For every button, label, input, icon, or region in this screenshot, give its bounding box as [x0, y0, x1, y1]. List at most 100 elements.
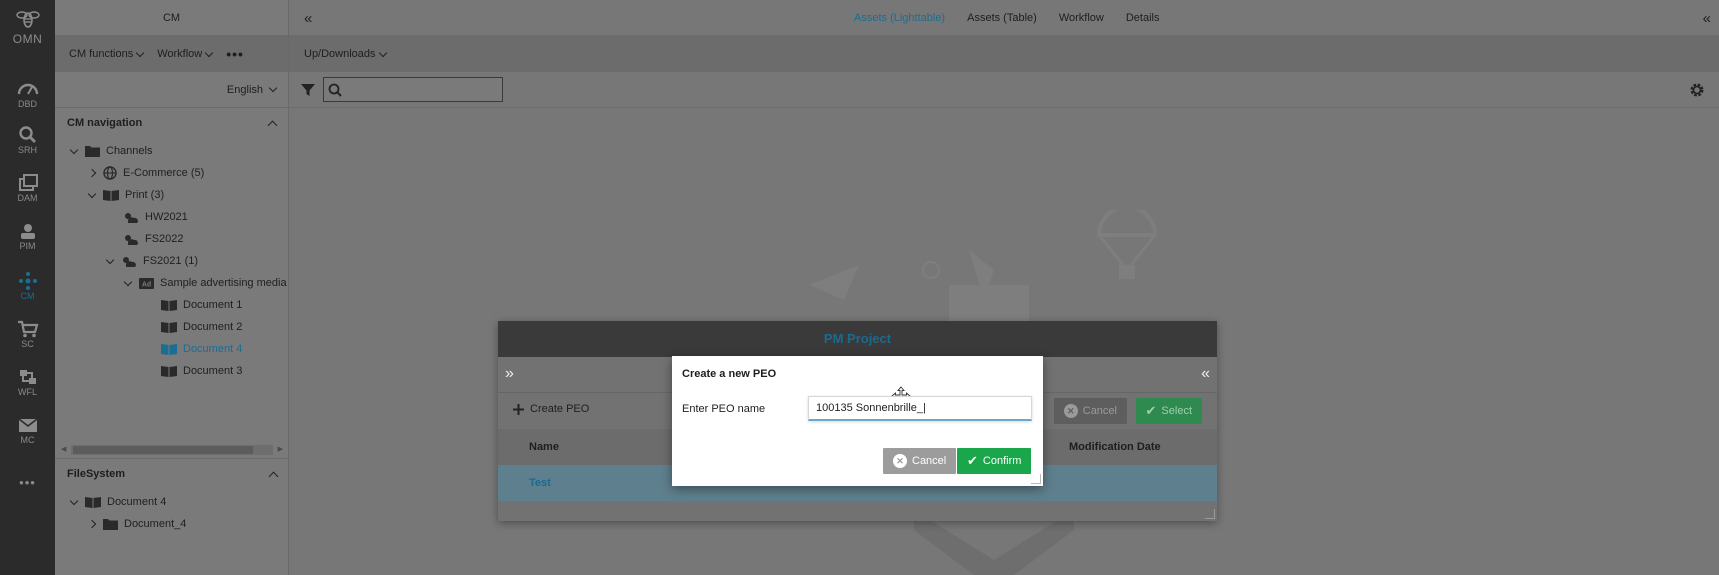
pim-icon [20, 224, 35, 239]
create-peo-button[interactable]: Create PEO [513, 403, 589, 415]
tree-node-document-4[interactable]: Document 4 [161, 338, 242, 360]
tree-node-document-1[interactable]: Document 1 [161, 294, 242, 316]
column-header-name[interactable]: Name [529, 441, 559, 453]
rail-item-dbd[interactable]: DBD [0, 80, 55, 124]
folder-icon [85, 146, 100, 157]
rail-item-wfl[interactable]: WFL [0, 368, 55, 412]
tree-node-fs2021[interactable]: FS2021 (1) [105, 250, 198, 272]
rail-label: CM [20, 291, 35, 301]
tree-node-print[interactable]: Print (3) [87, 184, 164, 206]
rail-item-cm[interactable]: CM [0, 272, 55, 316]
chevron-down-icon [135, 48, 145, 57]
tab-assets-table[interactable]: Assets (Table) [967, 12, 1037, 24]
peo-cancel-button[interactable]: ✕ Cancel [883, 448, 957, 474]
cm-panel-title: CM [55, 0, 288, 36]
tree-node-label: E-Commerce (5) [123, 167, 205, 179]
peo-name-input[interactable] [808, 396, 1032, 421]
collapse-left-icon[interactable]: « [304, 10, 312, 27]
tree-node-document-2[interactable]: Document 2 [161, 316, 242, 338]
button-label: Create PEO [530, 403, 590, 415]
tree-node-label: Document 1 [183, 299, 243, 311]
cm-navigation-header[interactable]: CM navigation [55, 108, 288, 138]
scroll-left-icon[interactable]: ◀ [61, 445, 66, 453]
dashboard-icon [17, 83, 38, 95]
weather-icon [125, 234, 138, 245]
tree-node-label: FS2022 [145, 233, 184, 245]
chevron-up-icon [267, 120, 278, 130]
fs-node-document-4[interactable]: Document 4 [69, 491, 166, 513]
gear-icon[interactable] [1689, 82, 1705, 98]
chevron-down-icon [123, 277, 133, 286]
cm-icon [18, 272, 37, 290]
search-input[interactable] [323, 77, 503, 102]
rail-label: SRH [17, 145, 37, 155]
pm-cancel-button[interactable]: ✕ Cancel [1053, 398, 1127, 424]
ad-icon: Ad [139, 277, 154, 289]
cm-functions-menu[interactable]: CM functions [69, 48, 145, 60]
chevron-down-icon [87, 189, 97, 198]
rail-label: SC [21, 339, 34, 349]
rail-item-srh[interactable]: SRH [0, 126, 55, 170]
check-icon: ✔ [1145, 403, 1157, 418]
tab-details[interactable]: Details [1126, 12, 1160, 24]
button-label: Cancel [1082, 405, 1117, 417]
pm-select-button[interactable]: ✔ Select [1135, 398, 1202, 424]
tree-node-ecommerce[interactable]: E-Commerce (5) [87, 162, 204, 184]
mail-icon [18, 418, 37, 432]
bee-logo-icon [15, 11, 40, 28]
tree-horizontal-scrollbar[interactable]: ◀ ▶ [61, 443, 283, 455]
tree-node-sample-advertising-media[interactable]: Ad Sample advertising media [123, 272, 287, 294]
tree-node-channels[interactable]: Channels [69, 140, 152, 162]
chevron-down-icon [268, 83, 278, 93]
rail-item-pim[interactable]: PIM [0, 222, 55, 266]
tab-list: Assets (Lighttable) Assets (Table) Workf… [854, 0, 1159, 36]
filter-icon[interactable] [301, 83, 315, 97]
book-open-icon [161, 300, 177, 311]
more-menu-button[interactable]: ••• [226, 47, 244, 61]
rail-label: PIM [19, 241, 36, 251]
rail-more-button[interactable]: ••• [0, 474, 55, 518]
app-logo[interactable]: OMN [0, 8, 55, 46]
chevron-down-icon [69, 145, 79, 154]
tree-node-fs2022[interactable]: FS2022 [123, 228, 184, 250]
collapse-right-icon[interactable]: « [1703, 10, 1711, 27]
scroll-right-icon[interactable]: ▶ [278, 445, 283, 453]
chevron-down-icon [69, 496, 79, 505]
tree-node-hw2021[interactable]: HW2021 [123, 206, 188, 228]
create-peo-dialog: Create a new PEO Enter PEO name ✕ Cancel… [672, 356, 1043, 486]
tree-node-document-3[interactable]: Document 3 [161, 360, 242, 382]
resize-handle[interactable] [1031, 474, 1041, 484]
tab-workflow[interactable]: Workflow [1059, 12, 1104, 24]
tab-assets-lighttable[interactable]: Assets (Lighttable) [854, 12, 945, 24]
resize-handle[interactable] [1205, 509, 1215, 519]
book-open-icon [85, 497, 101, 508]
tree-node-label: HW2021 [145, 211, 188, 223]
filesystem-header[interactable]: FileSystem [55, 459, 289, 489]
rail-item-dam[interactable]: DAM [0, 174, 55, 218]
chevron-right-icon [87, 168, 97, 178]
rail-item-sc[interactable]: SC [0, 320, 55, 364]
weather-icon [125, 212, 138, 223]
search-icon [18, 126, 36, 143]
column-header-modification-date[interactable]: Modification Date [1069, 441, 1161, 453]
rail-item-mc[interactable]: MC [0, 416, 55, 460]
close-circle-icon: ✕ [1063, 404, 1078, 418]
tree-node-label: Document 4 [107, 496, 167, 508]
language-selector[interactable]: English [55, 72, 288, 108]
logo-text: OMN [12, 32, 43, 46]
collapse-right-icon[interactable]: « [1201, 365, 1210, 383]
peo-name-label: Enter PEO name [682, 403, 766, 415]
tree-node-label: FS2021 (1) [143, 255, 199, 267]
fs-node-document-4-folder[interactable]: Document_4 [87, 513, 186, 535]
tree-node-label: Document 3 [183, 365, 243, 377]
row-name-cell: Test [529, 477, 551, 489]
folder-icon [103, 519, 118, 530]
peo-confirm-button[interactable]: ✔ Confirm [957, 448, 1032, 474]
cart-icon [17, 320, 38, 338]
cm-menubar: CM functions Workflow ••• [55, 36, 288, 72]
expand-left-icon[interactable]: » [505, 365, 514, 383]
up-downloads-menu[interactable]: Up/Downloads [304, 48, 387, 60]
workflow-menu[interactable]: Workflow [157, 48, 214, 60]
rail-label: MC [20, 435, 35, 445]
scrollbar-thumb[interactable] [73, 446, 253, 454]
